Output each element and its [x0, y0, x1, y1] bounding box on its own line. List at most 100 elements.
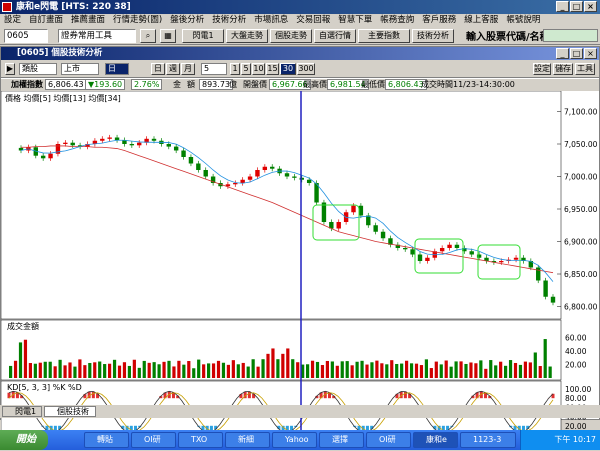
menu-item[interactable]: 帳務查詢 — [376, 14, 418, 27]
volume-bar — [484, 369, 487, 378]
type-select[interactable]: 類股 — [19, 63, 57, 75]
volume-bar — [73, 367, 76, 378]
period-select[interactable]: 日 — [105, 63, 129, 75]
taskbar-item[interactable]: Yahoo — [272, 432, 317, 448]
taskbar-item[interactable]: OI研 — [366, 432, 411, 448]
search-icon[interactable]: ⌕ — [140, 29, 156, 43]
toolbar-button[interactable]: 技術分析 — [412, 29, 454, 43]
volume-bar — [138, 368, 141, 378]
search-input[interactable] — [543, 29, 598, 42]
volume-bar — [143, 361, 146, 378]
menu-item[interactable]: 交易回報 — [292, 14, 334, 27]
menu-item[interactable]: 智慧下單 — [334, 14, 376, 27]
candle-body — [418, 255, 422, 262]
volume-bar — [430, 368, 433, 378]
volume-bar — [459, 361, 462, 378]
volume-bar — [227, 365, 230, 378]
count-button[interactable]: 300 — [297, 63, 315, 75]
menu-item[interactable]: 盤後分析 — [166, 14, 208, 27]
quote-info-row: 加權指數 6,806.43 ▼193.60 2.76% 金 額 893.73 億… — [1, 79, 599, 91]
menu-item[interactable]: 客戶服務 — [418, 14, 460, 27]
menu-item[interactable]: 市場訊息 — [250, 14, 292, 27]
volume-unit: 億 — [229, 79, 237, 91]
volume-bar — [445, 361, 448, 378]
high-label: 最高價 — [303, 79, 327, 91]
menu-item[interactable]: 帳號說明 — [502, 14, 544, 27]
volume-bar — [54, 366, 57, 378]
play-icon[interactable]: ▶ — [5, 63, 15, 75]
volume-bar — [375, 361, 378, 378]
taskbar-item[interactable]: 選擇 — [319, 432, 364, 448]
taskbar-item[interactable]: 新細 — [225, 432, 270, 448]
volume-bar — [128, 366, 131, 378]
volume-bar — [435, 362, 438, 378]
price-tick-label: 6,950.00 — [564, 205, 598, 214]
volume-bar — [365, 365, 368, 378]
candle-body — [351, 206, 355, 213]
taskbar-item[interactable]: TXO — [178, 432, 223, 448]
close-button[interactable]: × — [584, 1, 597, 12]
menu-item[interactable]: 行情走勢(圖) — [109, 14, 166, 27]
taskbar-item[interactable]: 1123-3 — [460, 432, 516, 448]
market-select[interactable]: 上市 — [61, 63, 99, 75]
candle-body — [551, 297, 555, 303]
volume-bar — [123, 362, 126, 378]
taskbar-item[interactable]: OI研 — [131, 432, 176, 448]
panel-maximize-button[interactable]: □ — [570, 48, 583, 59]
volume-bar — [187, 361, 190, 378]
volume-bar — [296, 362, 299, 378]
window-tabs: 閃電1 個股技術 — [0, 405, 600, 418]
range-button-month[interactable]: 月 — [181, 63, 195, 75]
tab-flash1[interactable]: 閃電1 — [2, 406, 42, 417]
range-button-week[interactable]: 週 — [166, 63, 180, 75]
tab-tech-analysis[interactable]: 個股技術 — [44, 406, 96, 417]
candle-body — [373, 225, 377, 232]
volume-bar — [257, 367, 260, 378]
volume-bar — [237, 364, 240, 378]
count-button[interactable]: 5 — [241, 63, 251, 75]
count-button[interactable]: 15 — [266, 63, 279, 75]
volume-title: 成交金額 — [7, 321, 39, 331]
start-button[interactable]: 開始 — [0, 430, 48, 450]
count-button[interactable]: 10 — [252, 63, 265, 75]
toolbar-button[interactable]: 個股走勢 — [270, 29, 312, 43]
count-button[interactable]: 1 — [230, 63, 240, 75]
volume-bar — [276, 359, 279, 378]
menu-item[interactable]: 線上客服 — [460, 14, 502, 27]
layout-icon[interactable]: ▦ — [160, 29, 176, 43]
volume-bar — [469, 362, 472, 378]
menu-item[interactable]: 設定 — [0, 14, 25, 27]
candle-body — [403, 248, 407, 249]
candle-body — [181, 151, 185, 158]
save-button[interactable]: 儲存 — [553, 63, 573, 75]
maximize-button[interactable]: □ — [570, 1, 583, 12]
tools-button[interactable]: 工具 — [575, 63, 595, 75]
count-button-active[interactable]: 30 — [280, 63, 296, 75]
tech-analysis-panel: [0605] 個股技術分析 _ □ × ▶ 類股 上市 日 日 週 月 5 1 … — [0, 46, 600, 420]
candle-body — [425, 258, 429, 261]
range-button-day[interactable]: 日 — [151, 63, 165, 75]
toolbar-button[interactable]: 閃電1 — [182, 29, 224, 43]
minimize-button[interactable]: _ — [556, 1, 569, 12]
taskbar-item[interactable]: 轉貼 — [84, 432, 129, 448]
volume-bar — [247, 367, 250, 378]
volume-bar — [539, 366, 542, 378]
count-select[interactable]: 5 — [201, 63, 227, 75]
clock: 下午 10:17 — [554, 435, 596, 444]
toolbar-button[interactable]: 自選行情 — [314, 29, 356, 43]
index-name: 加權指數 — [11, 79, 43, 91]
panel-close-button[interactable]: × — [584, 48, 597, 59]
toolbar-button[interactable]: 主要指數 — [358, 29, 410, 43]
menu-item[interactable]: 自訂畫面 — [25, 14, 67, 27]
volume-bar — [544, 339, 547, 378]
candle-body — [543, 281, 547, 297]
taskbar-item-active[interactable]: 康和e — [413, 432, 458, 448]
stock-code-input[interactable]: 0605 — [4, 29, 48, 43]
settings-button[interactable]: 設定 — [533, 63, 551, 75]
toolbar-button[interactable]: 大盤走勢 — [226, 29, 268, 43]
panel-minimize-button[interactable]: _ — [556, 48, 569, 59]
menu-item[interactable]: 技術分析 — [208, 14, 250, 27]
technical-chart[interactable]: 價格 均價[5] 均價[13] 均價[34] 7,100.007,050.007… — [1, 91, 599, 439]
menu-item[interactable]: 推薦畫面 — [67, 14, 109, 27]
tool-select[interactable]: 證券常用工具 — [58, 29, 136, 43]
